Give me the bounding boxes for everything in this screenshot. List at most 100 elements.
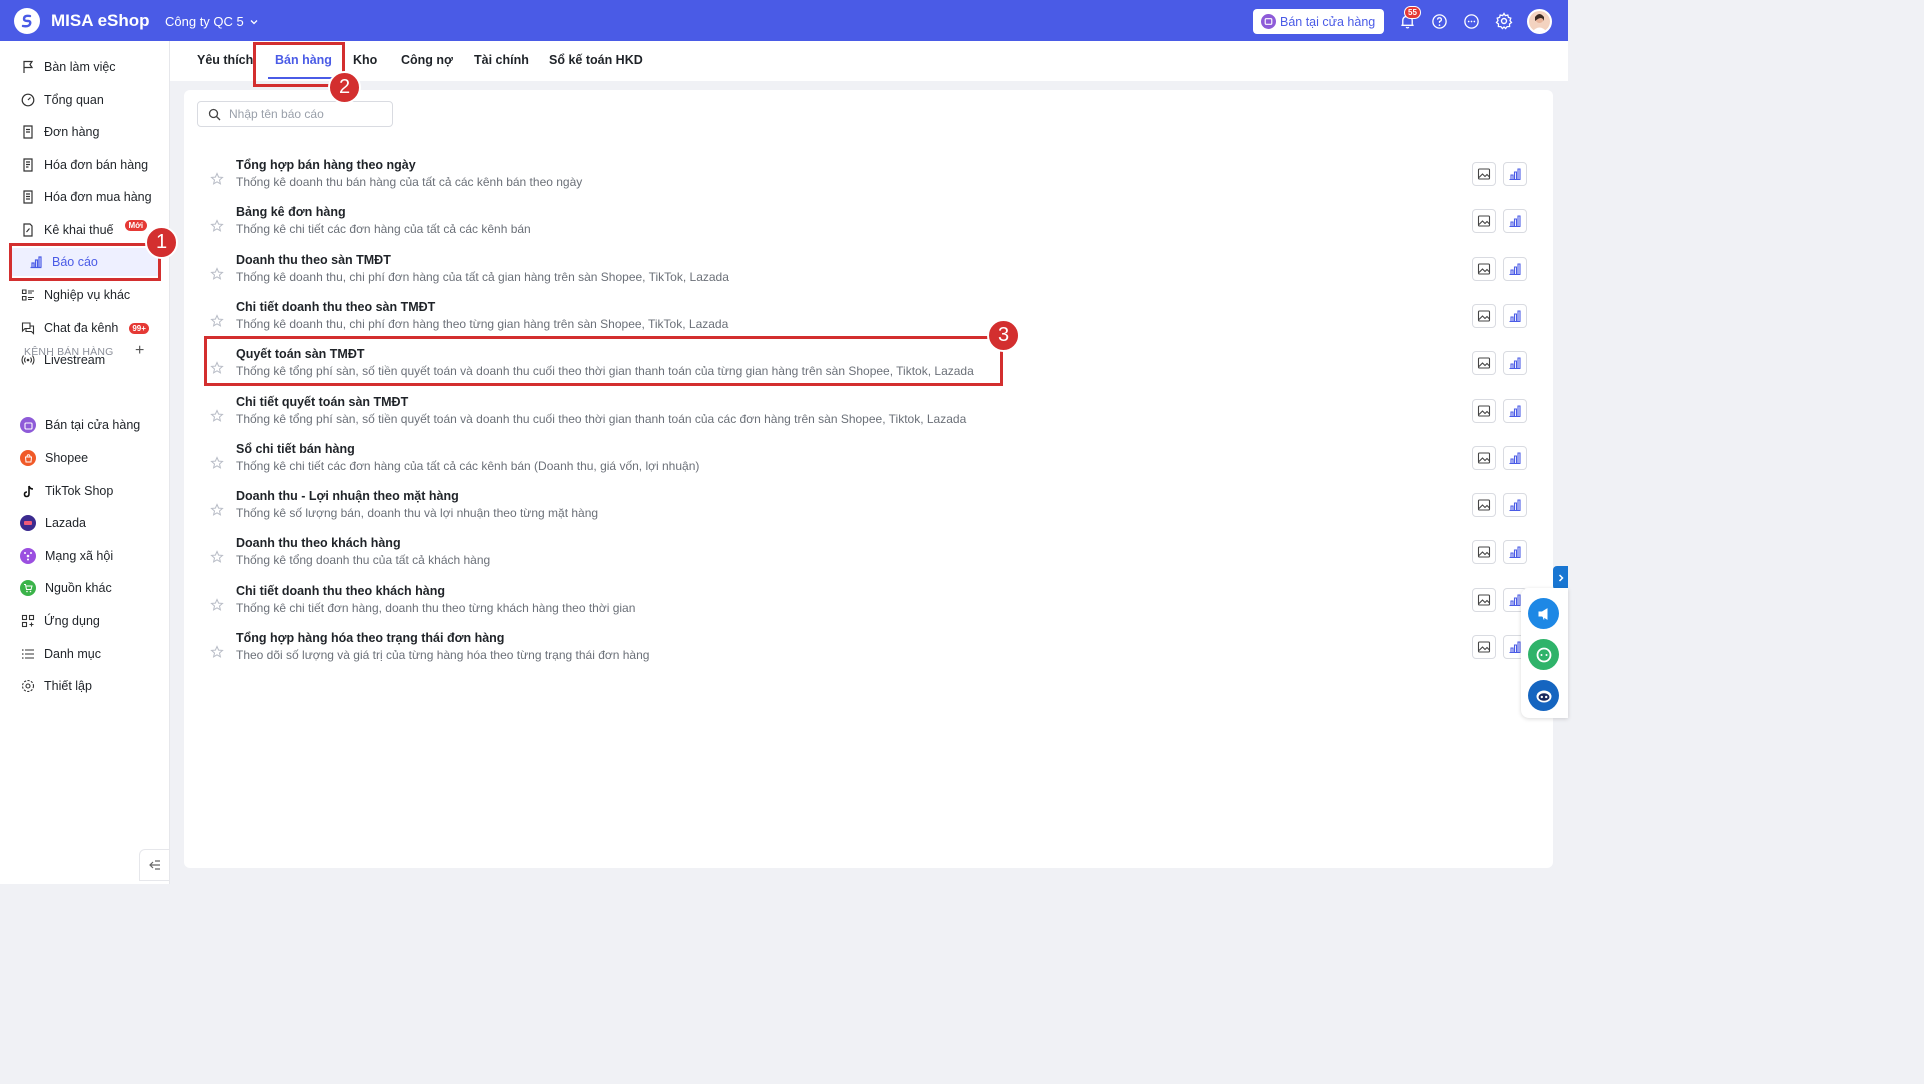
image-icon[interactable] [1472,445,1496,470]
chart-view-icon[interactable] [1503,445,1527,470]
company-name: Công ty QC 5 [165,14,244,29]
chart-view-icon[interactable] [1503,303,1527,328]
tab-debts[interactable]: Công nợ [401,53,453,67]
sidebar-channel-tiktok[interactable]: TikTok Shop [20,477,160,505]
image-icon[interactable] [1472,209,1496,234]
annotation-box-reports [9,243,161,281]
image-icon[interactable] [1472,587,1496,612]
tax-icon [20,223,35,238]
ai-assistant-bot-icon[interactable] [1528,680,1559,711]
chart-view-icon[interactable] [1503,162,1527,186]
sidebar-item-multichannel-chat[interactable]: Chat đa kênh 99+ [20,314,160,342]
star-icon[interactable] [210,645,224,659]
sidebar-item-label: Mạng xã hội [45,549,114,563]
star-icon[interactable] [210,408,224,423]
report-row[interactable]: Doanh thu - Lợi nhuận theo mặt hàng Thống… [184,489,1553,536]
sidebar-item-workspace[interactable]: Bàn làm việc [20,53,160,81]
sidebar-item-tax-declaration[interactable]: Kê khai thuế Mới [20,216,160,244]
report-title[interactable]: Chi tiết doanh thu theo sàn TMĐT [236,300,435,314]
misa-logo-icon[interactable] [14,8,40,34]
star-icon[interactable] [210,550,224,564]
report-row[interactable]: Doanh thu theo khách hàng Thống kê tổng d… [184,536,1553,583]
report-title[interactable]: Doanh thu - Lợi nhuận theo mặt hàng [236,489,459,503]
sidebar-channel-other-sources[interactable]: Nguồn khác [20,574,160,602]
annotation-box-report [204,336,1003,386]
image-icon[interactable] [1472,162,1496,186]
report-title[interactable]: Tổng hợp hàng hóa theo trạng thái đơn hà… [236,631,504,645]
user-avatar[interactable] [1527,9,1552,34]
star-icon[interactable] [210,314,224,328]
chart-view-icon[interactable] [1503,398,1527,423]
chart-view-icon[interactable] [1503,540,1527,565]
expand-panel-chevron-icon[interactable] [1553,566,1568,590]
sidebar-item-sales-invoice[interactable]: Hóa đơn bán hàng [20,151,160,179]
more-icon[interactable] [1461,11,1481,31]
sidebar-item-orders[interactable]: Đơn hàng [20,118,160,146]
report-title[interactable]: Tổng hợp bán hàng theo ngày [236,158,416,172]
image-icon[interactable] [1472,540,1496,565]
settings-gear-icon[interactable] [1494,11,1514,31]
add-channel-plus-icon[interactable]: + [135,342,144,360]
report-row[interactable]: Doanh thu theo sàn TMĐT Thống kê doanh th… [184,253,1553,300]
star-icon[interactable] [210,597,224,612]
search-icon [208,108,221,120]
sidebar-item-catalog[interactable]: Danh mục [20,640,160,668]
sidebar-channel-social[interactable]: Mạng xã hội [20,542,160,570]
support-chat-icon[interactable] [1528,639,1559,670]
sidebar-item-label: Hóa đơn bán hàng [44,158,149,172]
sidebar-channel-lazada[interactable]: Lazada [20,509,160,537]
report-title[interactable]: Doanh thu theo sàn TMĐT [236,253,391,267]
report-search-input[interactable]: Nhập tên báo cáo [197,101,393,127]
star-icon[interactable] [210,266,224,281]
tab-favorites[interactable]: Yêu thích [197,53,253,67]
company-selector[interactable]: Công ty QC 5 [165,14,259,29]
store-sale-button[interactable]: Bán tại cửa hàng [1253,9,1384,34]
report-row[interactable]: Tổng hợp bán hàng theo ngày Thống kê doan… [184,158,1553,205]
report-title[interactable]: Bảng kê đơn hàng [236,205,346,219]
lazada-icon [20,515,36,531]
sidebar-item-overview[interactable]: Tổng quan [20,86,160,114]
image-icon[interactable] [1472,398,1496,423]
menu-list-icon [20,647,35,662]
tab-inventory[interactable]: Kho [353,53,377,67]
help-icon[interactable] [1429,11,1449,31]
sidebar-item-purchase-invoice[interactable]: Hóa đơn mua hàng [20,183,160,211]
sidebar-channel-store[interactable]: Bán tại cửa hàng [20,411,160,439]
report-row[interactable]: Chi tiết quyết toán sàn TMĐT Thống kê tổn… [184,395,1553,442]
report-title[interactable]: Chi tiết quyết toán sàn TMĐT [236,395,408,409]
image-icon[interactable] [1472,351,1496,376]
report-row[interactable]: Chi tiết doanh thu theo khách hàng Thống … [184,584,1553,631]
chart-view-icon[interactable] [1503,256,1527,281]
report-title[interactable]: Doanh thu theo khách hàng [236,536,401,550]
sidebar-item-label: Nghiệp vụ khác [44,288,131,302]
collapse-sidebar-icon[interactable] [139,849,170,881]
sidebar-item-label: Lazada [45,516,87,530]
chart-view-icon[interactable] [1503,209,1527,234]
star-icon[interactable] [210,172,224,186]
image-icon[interactable] [1472,635,1496,659]
chart-view-icon[interactable] [1503,351,1527,376]
image-icon[interactable] [1472,493,1496,518]
report-row[interactable]: Tổng hợp hàng hóa theo trạng thái đơn hà… [184,631,1553,678]
sidebar-item-other-operations[interactable]: Nghiệp vụ khác [20,281,160,309]
report-title[interactable]: Sổ chi tiết bán hàng [236,442,355,456]
apps-icon [20,614,35,629]
image-icon[interactable] [1472,256,1496,281]
tab-finance[interactable]: Tài chính [474,53,529,67]
tab-accounting-books[interactable]: Sổ kế toán HKD [549,53,643,67]
report-row[interactable]: Bảng kê đơn hàng Thống kê chi tiết các đơ… [184,205,1553,252]
chart-view-icon[interactable] [1503,493,1527,518]
shopee-icon [20,450,36,466]
top-bar: MISA eShop Công ty QC 5 Bán tại cửa hàng… [0,0,1568,41]
megaphone-icon[interactable] [1528,598,1559,629]
report-row[interactable]: Sổ chi tiết bán hàng Thống kê chi tiết cá… [184,442,1553,489]
sidebar-item-apps[interactable]: Ứng dụng [20,607,160,635]
star-icon[interactable] [210,219,224,233]
sidebar-item-settings[interactable]: Thiết lập [20,672,160,700]
report-description: Theo dõi số lượng và giá trị của từng hà… [236,648,650,662]
star-icon[interactable] [210,456,224,470]
sidebar-channel-shopee[interactable]: Shopee [20,444,160,472]
report-title[interactable]: Chi tiết doanh thu theo khách hàng [236,584,445,598]
image-icon[interactable] [1472,303,1496,328]
star-icon[interactable] [210,503,224,517]
